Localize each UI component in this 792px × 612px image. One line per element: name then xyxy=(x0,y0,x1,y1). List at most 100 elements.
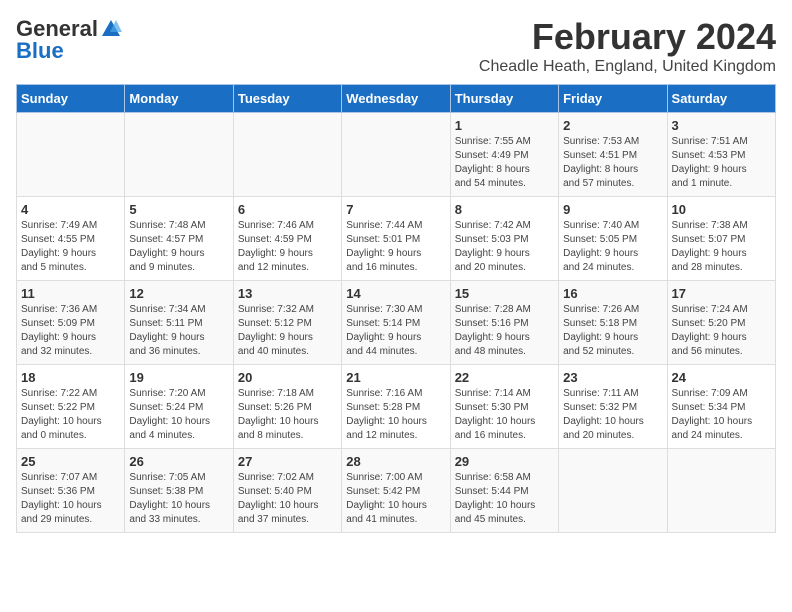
day-info: Sunrise: 7:05 AM Sunset: 5:38 PM Dayligh… xyxy=(129,471,228,527)
day-number: 20 xyxy=(238,370,337,385)
calendar-cell: 5 Sunrise: 7:48 AM Sunset: 4:57 PM Daylig… xyxy=(125,197,233,281)
calendar-cell: 15 Sunrise: 7:28 AM Sunset: 5:16 PM Dayli… xyxy=(450,281,558,365)
title-block: February 2024 Cheadle Heath, England, Un… xyxy=(479,16,776,76)
day-number: 4 xyxy=(21,202,120,217)
calendar-cell: 21 Sunrise: 7:16 AM Sunset: 5:28 PM Dayli… xyxy=(342,365,450,449)
day-info: Sunrise: 7:20 AM Sunset: 5:24 PM Dayligh… xyxy=(129,387,228,443)
day-number: 1 xyxy=(455,118,554,133)
day-number: 17 xyxy=(672,286,771,301)
calendar-cell: 17Sunrise: 7:24 AM Sunset: 5:20 PM Dayli… xyxy=(667,281,775,365)
day-number: 26 xyxy=(129,454,228,469)
day-info: Sunrise: 7:11 AM Sunset: 5:32 PM Dayligh… xyxy=(563,387,662,443)
calendar-cell: 27 Sunrise: 7:02 AM Sunset: 5:40 PM Dayli… xyxy=(233,449,341,533)
day-number: 27 xyxy=(238,454,337,469)
day-info: Sunrise: 7:55 AM Sunset: 4:49 PM Dayligh… xyxy=(455,135,554,191)
day-info: Sunrise: 7:40 AM Sunset: 5:05 PM Dayligh… xyxy=(563,219,662,275)
calendar-cell xyxy=(17,113,125,197)
day-number: 23 xyxy=(563,370,662,385)
day-number: 16 xyxy=(563,286,662,301)
weekday-header-row: SundayMondayTuesdayWednesdayThursdayFrid… xyxy=(17,85,776,113)
day-number: 12 xyxy=(129,286,228,301)
day-number: 21 xyxy=(346,370,445,385)
week-row-3: 11 Sunrise: 7:36 AM Sunset: 5:09 PM Dayli… xyxy=(17,281,776,365)
calendar-cell: 22Sunrise: 7:14 AM Sunset: 5:30 PM Dayli… xyxy=(450,365,558,449)
calendar-cell: 16 Sunrise: 7:26 AM Sunset: 5:18 PM Dayli… xyxy=(559,281,667,365)
calendar-cell: 26 Sunrise: 7:05 AM Sunset: 5:38 PM Dayli… xyxy=(125,449,233,533)
weekday-header-saturday: Saturday xyxy=(667,85,775,113)
day-number: 14 xyxy=(346,286,445,301)
weekday-header-tuesday: Tuesday xyxy=(233,85,341,113)
day-info: Sunrise: 7:49 AM Sunset: 4:55 PM Dayligh… xyxy=(21,219,120,275)
day-number: 15 xyxy=(455,286,554,301)
day-info: Sunrise: 7:51 AM Sunset: 4:53 PM Dayligh… xyxy=(672,135,771,191)
day-number: 7 xyxy=(346,202,445,217)
week-row-1: 1 Sunrise: 7:55 AM Sunset: 4:49 PM Daylig… xyxy=(17,113,776,197)
day-number: 9 xyxy=(563,202,662,217)
day-number: 10 xyxy=(672,202,771,217)
calendar-cell: 9 Sunrise: 7:40 AM Sunset: 5:05 PM Daylig… xyxy=(559,197,667,281)
day-info: Sunrise: 7:16 AM Sunset: 5:28 PM Dayligh… xyxy=(346,387,445,443)
day-number: 24 xyxy=(672,370,771,385)
day-info: Sunrise: 7:02 AM Sunset: 5:40 PM Dayligh… xyxy=(238,471,337,527)
day-info: Sunrise: 7:07 AM Sunset: 5:36 PM Dayligh… xyxy=(21,471,120,527)
day-info: Sunrise: 7:36 AM Sunset: 5:09 PM Dayligh… xyxy=(21,303,120,359)
calendar-cell: 3Sunrise: 7:51 AM Sunset: 4:53 PM Daylig… xyxy=(667,113,775,197)
logo-icon xyxy=(100,18,122,40)
calendar-cell: 28 Sunrise: 7:00 AM Sunset: 5:42 PM Dayli… xyxy=(342,449,450,533)
day-info: Sunrise: 7:30 AM Sunset: 5:14 PM Dayligh… xyxy=(346,303,445,359)
day-info: Sunrise: 6:58 AM Sunset: 5:44 PM Dayligh… xyxy=(455,471,554,527)
day-info: Sunrise: 7:14 AM Sunset: 5:30 PM Dayligh… xyxy=(455,387,554,443)
weekday-header-sunday: Sunday xyxy=(17,85,125,113)
calendar-cell: 1 Sunrise: 7:55 AM Sunset: 4:49 PM Daylig… xyxy=(450,113,558,197)
day-info: Sunrise: 7:44 AM Sunset: 5:01 PM Dayligh… xyxy=(346,219,445,275)
day-info: Sunrise: 7:18 AM Sunset: 5:26 PM Dayligh… xyxy=(238,387,337,443)
calendar-cell: 2 Sunrise: 7:53 AM Sunset: 4:51 PM Daylig… xyxy=(559,113,667,197)
day-info: Sunrise: 7:32 AM Sunset: 5:12 PM Dayligh… xyxy=(238,303,337,359)
day-info: Sunrise: 7:28 AM Sunset: 5:16 PM Dayligh… xyxy=(455,303,554,359)
weekday-header-friday: Friday xyxy=(559,85,667,113)
calendar-cell xyxy=(559,449,667,533)
day-info: Sunrise: 7:34 AM Sunset: 5:11 PM Dayligh… xyxy=(129,303,228,359)
day-number: 6 xyxy=(238,202,337,217)
day-info: Sunrise: 7:22 AM Sunset: 5:22 PM Dayligh… xyxy=(21,387,120,443)
calendar-cell: 6 Sunrise: 7:46 AM Sunset: 4:59 PM Daylig… xyxy=(233,197,341,281)
week-row-5: 25 Sunrise: 7:07 AM Sunset: 5:36 PM Dayli… xyxy=(17,449,776,533)
day-info: Sunrise: 7:53 AM Sunset: 4:51 PM Dayligh… xyxy=(563,135,662,191)
calendar-cell xyxy=(233,113,341,197)
calendar-cell: 12 Sunrise: 7:34 AM Sunset: 5:11 PM Dayli… xyxy=(125,281,233,365)
location-title: Cheadle Heath, England, United Kingdom xyxy=(479,58,776,76)
day-info: Sunrise: 7:00 AM Sunset: 5:42 PM Dayligh… xyxy=(346,471,445,527)
calendar-cell: 14 Sunrise: 7:30 AM Sunset: 5:14 PM Dayli… xyxy=(342,281,450,365)
calendar-cell: 25 Sunrise: 7:07 AM Sunset: 5:36 PM Dayli… xyxy=(17,449,125,533)
calendar-cell xyxy=(125,113,233,197)
calendar-cell xyxy=(667,449,775,533)
week-row-4: 18Sunrise: 7:22 AM Sunset: 5:22 PM Dayli… xyxy=(17,365,776,449)
calendar-cell xyxy=(342,113,450,197)
calendar-cell: 7 Sunrise: 7:44 AM Sunset: 5:01 PM Daylig… xyxy=(342,197,450,281)
calendar-cell: 4 Sunrise: 7:49 AM Sunset: 4:55 PM Daylig… xyxy=(17,197,125,281)
month-title: February 2024 xyxy=(479,16,776,58)
day-number: 2 xyxy=(563,118,662,133)
day-info: Sunrise: 7:38 AM Sunset: 5:07 PM Dayligh… xyxy=(672,219,771,275)
calendar-cell: 13Sunrise: 7:32 AM Sunset: 5:12 PM Dayli… xyxy=(233,281,341,365)
day-info: Sunrise: 7:46 AM Sunset: 4:59 PM Dayligh… xyxy=(238,219,337,275)
calendar-cell: 8Sunrise: 7:42 AM Sunset: 5:03 PM Daylig… xyxy=(450,197,558,281)
calendar-cell: 23 Sunrise: 7:11 AM Sunset: 5:32 PM Dayli… xyxy=(559,365,667,449)
day-number: 28 xyxy=(346,454,445,469)
day-info: Sunrise: 7:26 AM Sunset: 5:18 PM Dayligh… xyxy=(563,303,662,359)
weekday-header-monday: Monday xyxy=(125,85,233,113)
day-info: Sunrise: 7:48 AM Sunset: 4:57 PM Dayligh… xyxy=(129,219,228,275)
day-number: 11 xyxy=(21,286,120,301)
day-info: Sunrise: 7:42 AM Sunset: 5:03 PM Dayligh… xyxy=(455,219,554,275)
logo: General Blue xyxy=(16,16,122,64)
day-number: 25 xyxy=(21,454,120,469)
calendar-cell: 11 Sunrise: 7:36 AM Sunset: 5:09 PM Dayli… xyxy=(17,281,125,365)
calendar-cell: 29 Sunrise: 6:58 AM Sunset: 5:44 PM Dayli… xyxy=(450,449,558,533)
day-number: 19 xyxy=(129,370,228,385)
day-number: 29 xyxy=(455,454,554,469)
week-row-2: 4 Sunrise: 7:49 AM Sunset: 4:55 PM Daylig… xyxy=(17,197,776,281)
calendar-cell: 20 Sunrise: 7:18 AM Sunset: 5:26 PM Dayli… xyxy=(233,365,341,449)
day-number: 5 xyxy=(129,202,228,217)
calendar-cell: 18Sunrise: 7:22 AM Sunset: 5:22 PM Dayli… xyxy=(17,365,125,449)
day-info: Sunrise: 7:09 AM Sunset: 5:34 PM Dayligh… xyxy=(672,387,771,443)
